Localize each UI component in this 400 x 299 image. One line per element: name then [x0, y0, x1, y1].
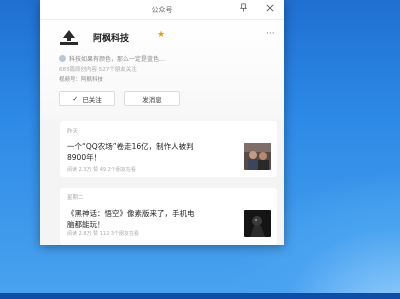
- article-title[interactable]: 一个“QQ农场”卷走16亿，制作人被判8900年！: [67, 141, 199, 163]
- title-bar: 公众号: [40, 0, 284, 20]
- official-account-window: 公众号 阿枫科技 ★ ··· 科技如果有颜色，那么一定是蓝色... 683篇原创…: [40, 0, 284, 245]
- article-card[interactable]: 昨天 一个“QQ农场”卷走16亿，制作人被判8900年！ 阅读 2.3万 赞 4…: [60, 121, 277, 177]
- follow-label: 已关注: [82, 95, 102, 104]
- article-card[interactable]: 星期二 《黑神话：悟空》像素版来了，手机电脑都能玩！ 阅读 2.8万 赞 112…: [60, 188, 277, 245]
- pin-icon[interactable]: [236, 3, 250, 17]
- video-account-link[interactable]: 视频号：阿枫科技: [59, 75, 103, 83]
- description-text: 科技如果有颜色，那么一定是蓝色...: [69, 56, 165, 63]
- article-meta: 阅读 2.8万 赞 112 3个朋友在看: [67, 231, 140, 237]
- globe-icon: [59, 55, 66, 62]
- check-icon: ✓: [72, 94, 79, 103]
- star-icon[interactable]: ★: [157, 30, 165, 40]
- article-thumbnail: [244, 210, 271, 237]
- close-icon[interactable]: [263, 3, 277, 17]
- account-avatar[interactable]: [57, 28, 81, 48]
- send-message-button[interactable]: 发消息: [124, 91, 180, 106]
- article-date: 星期二: [67, 195, 84, 201]
- article-thumbnail: [244, 143, 271, 170]
- taskbar: [0, 293, 400, 299]
- account-stats: 683篇原创内容 527个朋友关注: [59, 67, 137, 73]
- article-meta: 阅读 2.3万 赞 49 2个朋友在看: [67, 167, 136, 173]
- account-name: 阿枫科技: [93, 34, 130, 44]
- article-title[interactable]: 《黑神话：悟空》像素版来了，手机电脑都能玩！: [67, 208, 199, 230]
- more-icon[interactable]: ···: [266, 29, 275, 39]
- account-description: 科技如果有颜色，那么一定是蓝色...: [59, 54, 165, 63]
- message-label: 发消息: [142, 95, 162, 104]
- article-date: 昨天: [67, 129, 79, 135]
- follow-button[interactable]: ✓ 已关注: [59, 91, 115, 106]
